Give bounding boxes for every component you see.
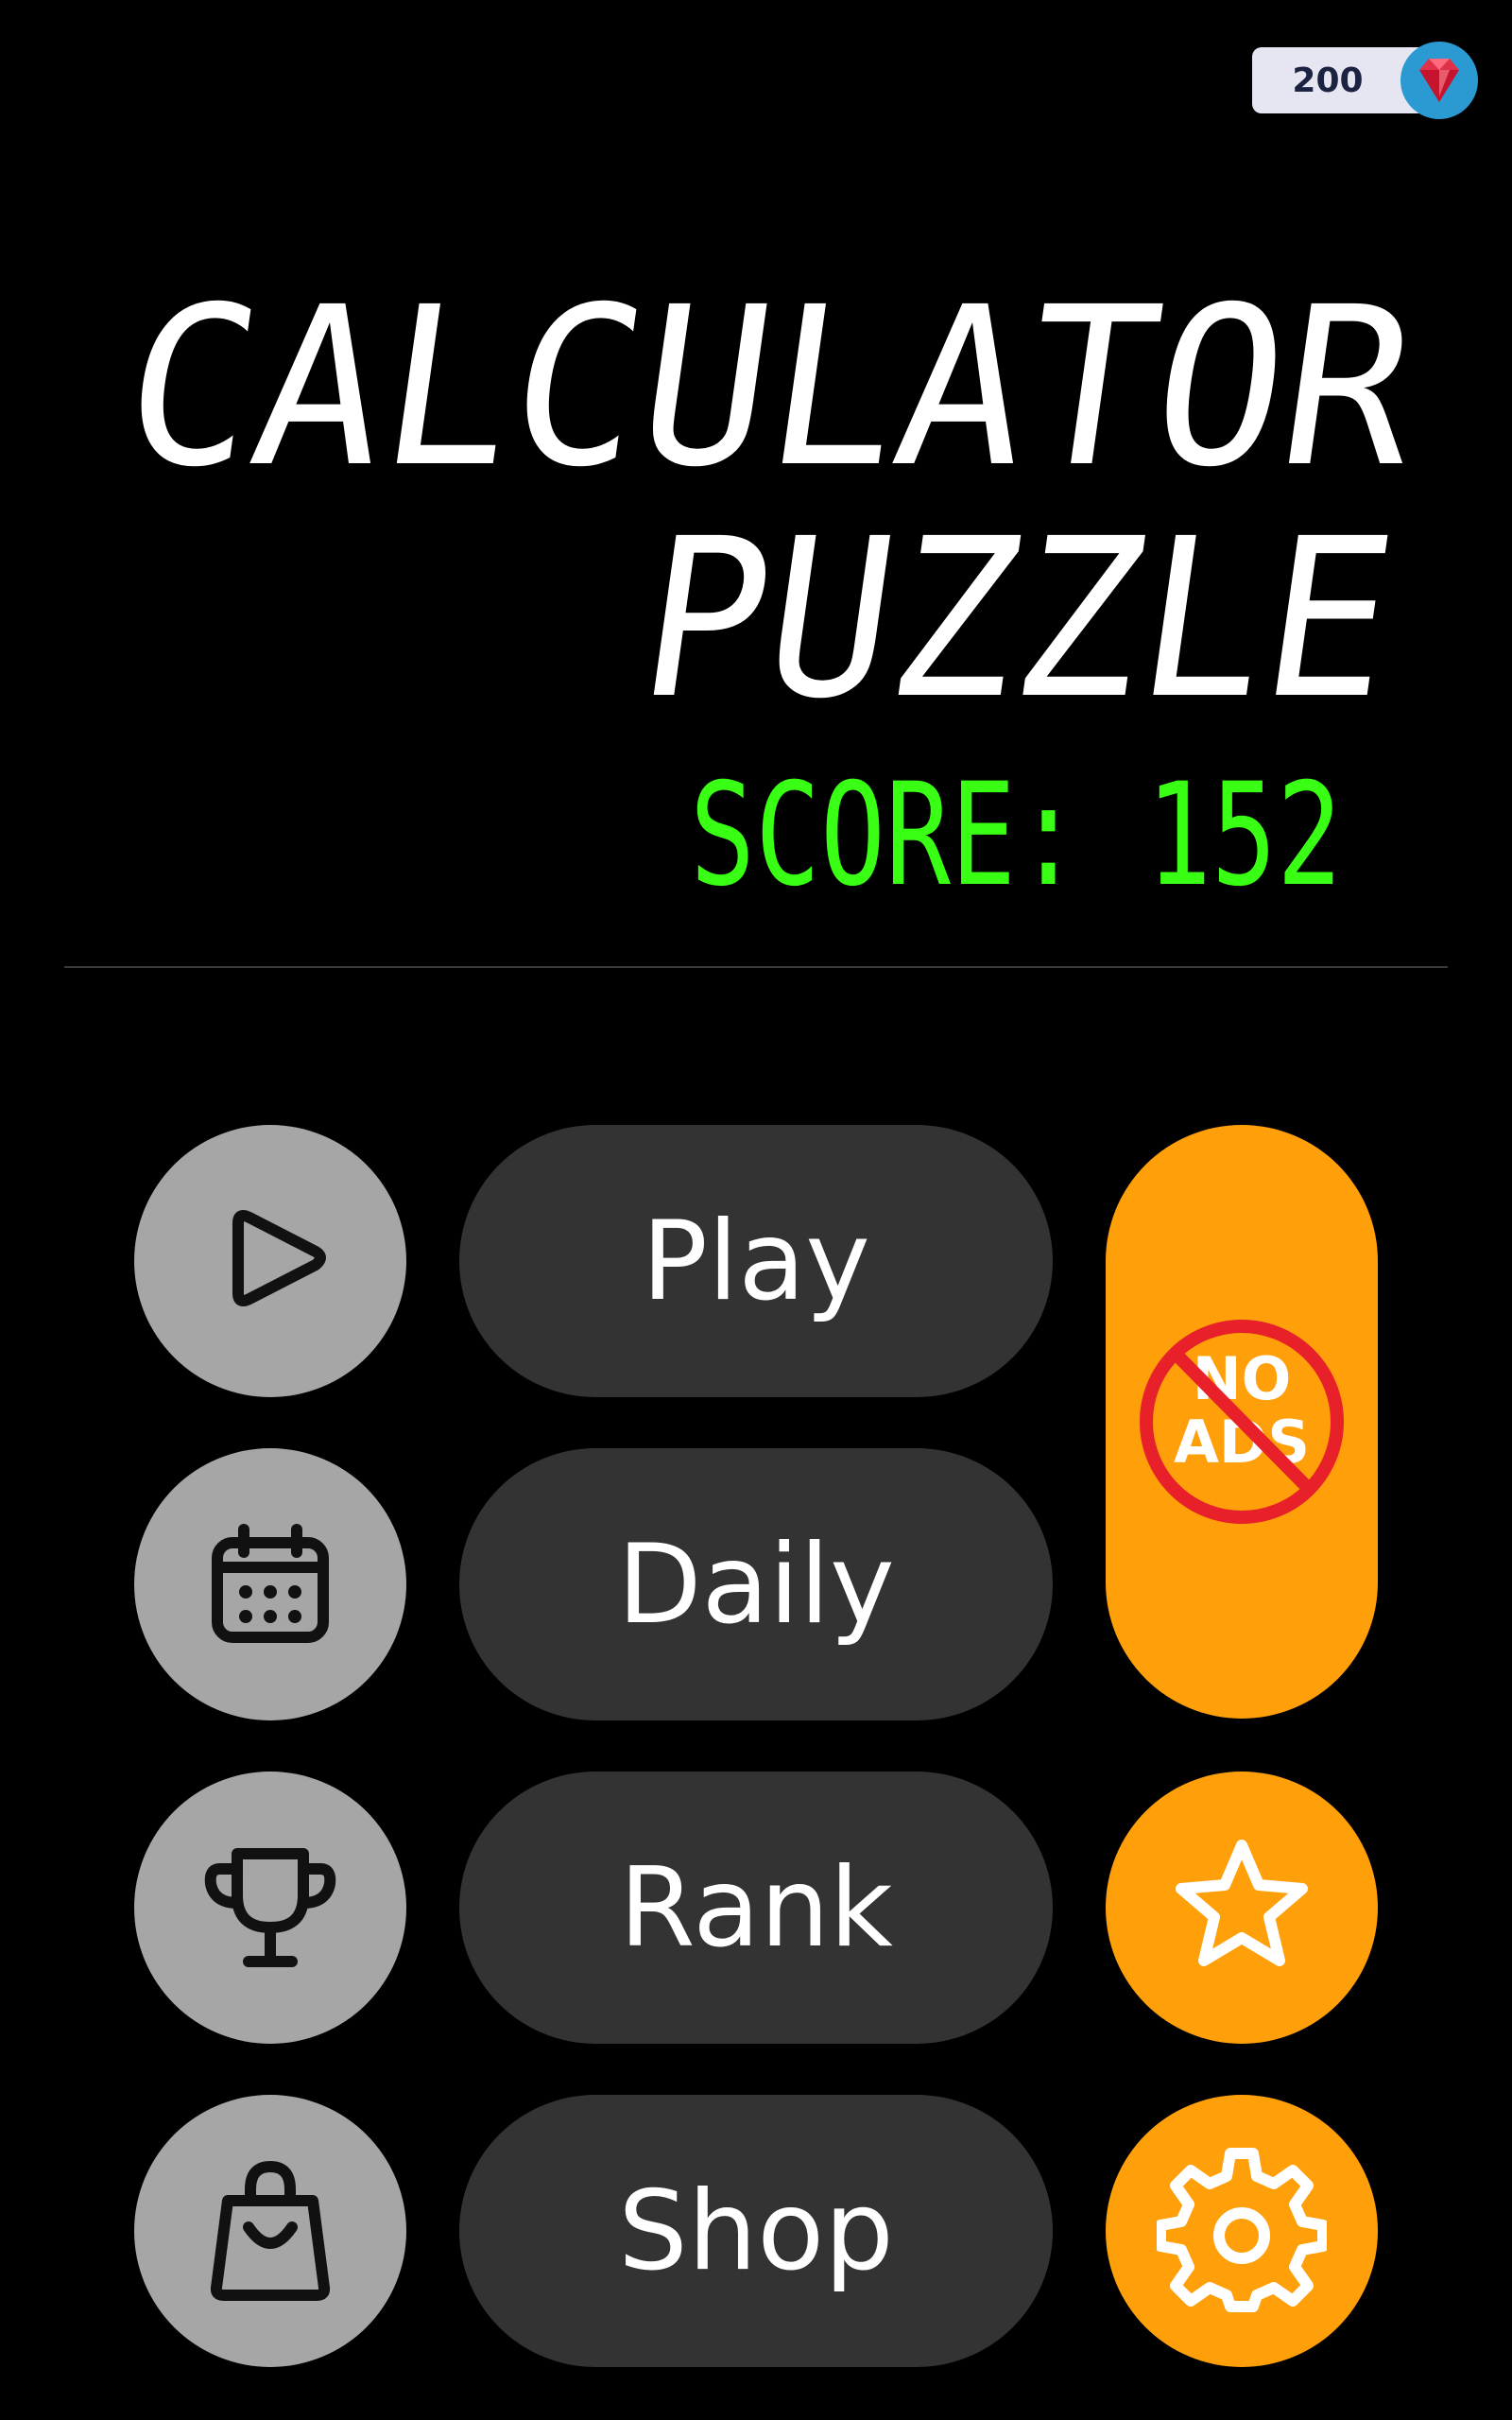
play-icon-button[interactable] (134, 1125, 406, 1397)
calendar-icon (212, 1524, 329, 1643)
play-icon (232, 1210, 326, 1306)
play-button[interactable]: Play (459, 1125, 1053, 1397)
gear-icon (1157, 2148, 1327, 2312)
rank-icon-button[interactable] (134, 1772, 406, 2044)
trophy-icon (204, 1848, 336, 1967)
shopping-bag-icon (210, 2160, 331, 2301)
rank-button[interactable]: Rank (459, 1772, 1053, 2044)
shop-label: Shop (618, 2167, 894, 2295)
daily-label: Daily (617, 1520, 895, 1649)
settings-button[interactable] (1106, 2095, 1378, 2367)
shop-icon-button[interactable] (134, 2095, 406, 2367)
title-block: CALCULATOR PUZZLE SCORE: 152 (110, 260, 1432, 918)
title-line-2: PUZZLE (627, 492, 1409, 747)
shop-button[interactable]: Shop (459, 2095, 1053, 2367)
daily-icon-button[interactable] (134, 1448, 406, 1720)
rank-label: Rank (619, 1843, 893, 1972)
no-ads-button[interactable]: NO ADS (1106, 1125, 1378, 1719)
divider (64, 966, 1448, 968)
play-label: Play (642, 1197, 870, 1325)
star-icon (1176, 1840, 1308, 1966)
title-line-1: CALCULATOR (110, 260, 1432, 515)
no-ads-icon: NO ADS (1140, 1320, 1344, 1524)
rate-button[interactable] (1106, 1772, 1378, 2044)
score-display: SCORE: 152 (690, 753, 1342, 918)
daily-button[interactable]: Daily (459, 1448, 1053, 1720)
